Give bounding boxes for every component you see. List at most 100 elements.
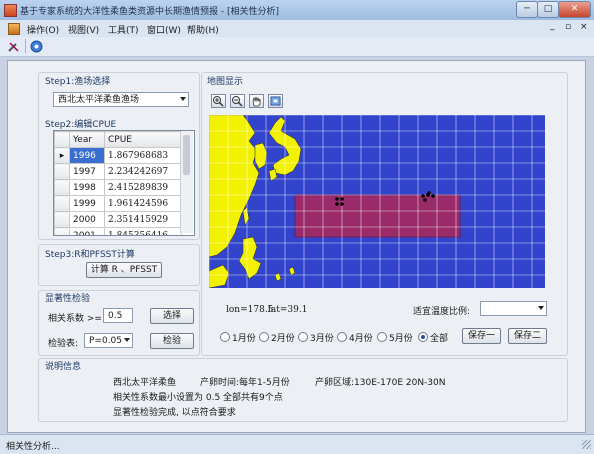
point-marker [431,194,435,198]
select-button[interactable]: 选择 [150,308,194,324]
close-button[interactable]: ✕ [558,1,591,18]
lat-readout: lat=39.1 [268,305,308,315]
zoom-out-icon[interactable] [230,94,245,108]
scrollbar-thumb[interactable] [183,135,190,175]
coef-label: 相关系数 >= [48,314,102,324]
cpue-grid[interactable]: Year CPUE ▸ 1996 1.867968683 1997 2.2342… [53,130,195,236]
lon-readout: lon=178.5 [226,305,274,315]
full-extent-icon[interactable] [268,94,283,108]
menu-view[interactable]: 视图(V) [68,23,99,36]
table-row[interactable]: 2001 1.845356416 [54,227,182,235]
cpue-cell[interactable]: 1.845356416 [104,227,182,235]
cpue-cell[interactable]: 1.961424596 [104,195,182,212]
year-cell[interactable]: 2000 [69,211,105,228]
radio-month-2-label: 2月份 [271,334,295,344]
info-test-result: 显著性检验完成, 以点符合要求 [113,408,236,418]
maximize-button[interactable]: □ [537,1,559,18]
app-icon [4,4,17,17]
map-canvas[interactable] [209,115,545,288]
year-cell[interactable]: 1996 [69,147,105,164]
minimize-button[interactable]: ─ [516,1,538,18]
point-marker [335,202,339,206]
cpue-cell[interactable]: 2.415289839 [104,179,182,196]
step3-label: Step3:R和PFSST计算 [45,250,135,260]
suitable-temp-ratio-select[interactable] [480,301,547,316]
year-cell[interactable]: 1997 [69,163,105,180]
radio-month-3-label: 3月份 [310,334,334,344]
table-row[interactable]: ▸ 1996 1.867968683 [54,147,182,164]
grid-scrollbar[interactable] [180,131,193,233]
menu-window[interactable]: 窗口(W) [147,23,181,36]
row-header [54,211,70,228]
menu-bar: 操作(O) 视图(V) 工具(T) 窗口(W) 帮助(H) _ ▫ × [0,20,594,38]
status-text: 相关性分析... [6,442,60,452]
suitable-temp-ratio-label: 适宜温度比例: [413,307,471,317]
point-marker [421,194,425,198]
menu-operate[interactable]: 操作(O) [27,23,59,36]
radio-month-4-label: 4月份 [349,334,373,344]
row-header [54,227,70,235]
year-cell[interactable]: 1998 [69,179,105,196]
point-marker [423,198,427,202]
radio-all-label: 全部 [430,334,449,344]
column-header-year[interactable]: Year [69,131,105,148]
table-row[interactable]: 1998 2.415289839 [54,179,182,196]
pan-hand-icon[interactable] [249,94,264,108]
test-table-value: P=0.05 [89,336,123,346]
point-marker [427,191,431,195]
mdi-close-button[interactable]: × [580,22,588,32]
spawning-region [294,194,461,238]
map-view[interactable] [209,115,545,288]
radio-month-3[interactable] [298,332,308,342]
fishery-select-value: 西北太平洋柔鱼渔场 [58,95,140,105]
calculate-r-pfsst-button[interactable]: 计算 R 、PFSST [86,262,162,278]
radio-month-4[interactable] [337,332,347,342]
radio-month-5[interactable] [377,332,387,342]
title-bar: 基于专家系统的大洋性柔鱼类资源中长期渔情预报 - [相关性分析] ─ □ ✕ [0,0,594,21]
table-row[interactable]: 1999 1.961424596 [54,195,182,212]
table-row[interactable]: 2000 2.351415929 [54,211,182,228]
radio-all[interactable] [418,332,428,342]
row-header [54,179,70,196]
resize-grip-icon[interactable] [582,440,591,449]
map-label: 地图显示 [207,77,244,87]
row-header [54,163,70,180]
radio-month-2[interactable] [259,332,269,342]
test-table-select[interactable]: P=0.05 [84,333,133,348]
toolbar-separator [25,39,26,53]
test-button[interactable]: 检验 [150,333,194,349]
radio-month-1-label: 1月份 [232,334,256,344]
fishery-select[interactable]: 西北太平洋柔鱼渔场 [53,92,189,107]
cpue-cell[interactable]: 1.867968683 [104,147,182,164]
chevron-down-icon [124,338,130,342]
step2-label: Step2:编辑CPUE [45,120,117,130]
mdi-minimize-button[interactable]: _ [550,21,555,31]
menu-tools[interactable]: 工具(T) [108,23,139,36]
column-header-cpue[interactable]: CPUE [104,131,182,148]
info-icon[interactable] [30,40,43,53]
zoom-in-icon[interactable] [211,94,226,108]
coef-input[interactable]: 0.5 [103,308,133,323]
cpue-cell[interactable]: 2.234242697 [104,163,182,180]
menu-help[interactable]: 帮助(H) [187,23,219,36]
year-cell[interactable]: 1999 [69,195,105,212]
year-cell[interactable]: 2001 [69,227,105,235]
tools-icon[interactable] [7,40,20,53]
info-spawn-time: 产卵时间:每年1-5月份 [200,378,290,388]
info-spawn-area: 产卵区域:130E-170E 20N-30N [315,378,446,388]
info-coef-summary: 相关性系数最小设置为 0.5 全部共有9个点 [113,393,283,403]
significance-label: 显著性检验 [45,294,91,304]
mdi-restore-button[interactable]: ▫ [565,22,571,32]
row-header [54,195,70,212]
point-marker [340,197,344,201]
save-two-button[interactable]: 保存二 [508,328,547,344]
save-one-button[interactable]: 保存一 [462,328,501,344]
point-marker [335,197,339,201]
radio-month-1[interactable] [220,332,230,342]
cpue-cell[interactable]: 2.351415929 [104,211,182,228]
toolbar [0,37,594,57]
document-icon [8,23,20,35]
window-title: 基于专家系统的大洋性柔鱼类资源中长期渔情预报 - [相关性分析] [20,7,279,17]
table-row[interactable]: 1997 2.234242697 [54,163,182,180]
point-marker [340,202,344,206]
